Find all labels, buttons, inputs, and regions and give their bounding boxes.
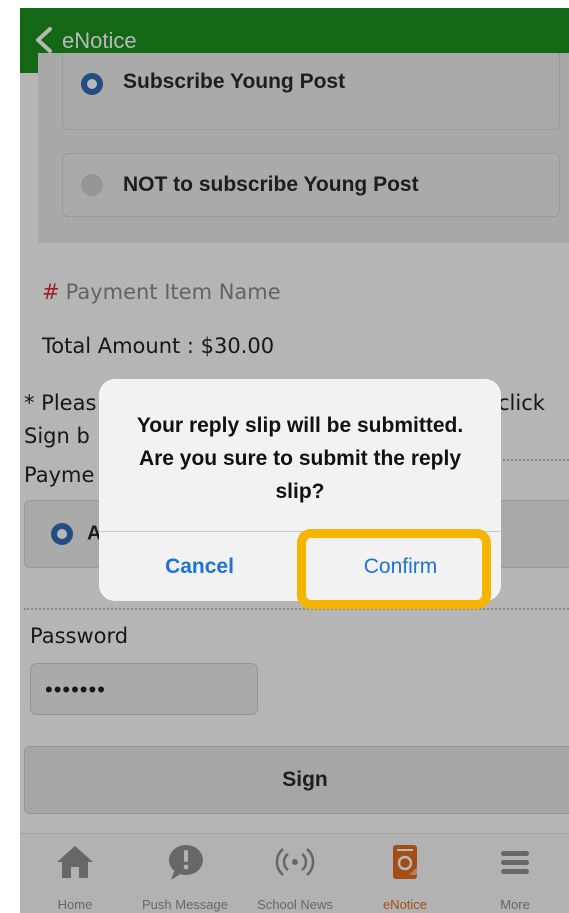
app-screen: eNotice Subscribe Young Post NOT to subs… — [20, 8, 569, 913]
confirm-highlight-box — [297, 529, 491, 609]
dialog-message: Your reply slip will be submitted. Are y… — [136, 414, 464, 503]
cancel-button[interactable]: Cancel — [99, 532, 300, 601]
